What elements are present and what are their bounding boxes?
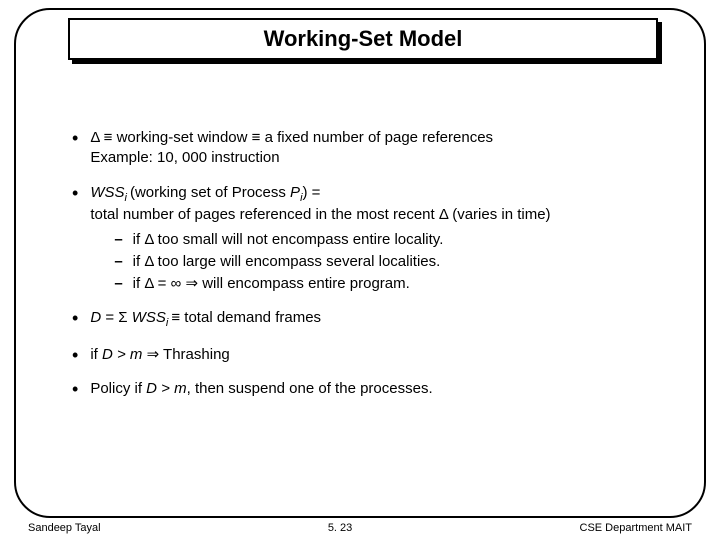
text: WSS [132,309,166,326]
text: ⇒ Thrashing [142,346,229,363]
bullet-2: • WSSi (working set of Process Pi) = tot… [72,183,672,295]
text: Δ ≡ working-set window ≡ a fixed number … [90,129,493,146]
sub-item: –if Δ too small will not encompass entir… [114,230,672,250]
text: = Σ [101,309,132,326]
text: , then suspend one of the processes. [187,380,433,397]
text: total number of pages referenced in the … [90,206,550,223]
text: ) = [303,184,321,201]
footer-center: 5. 23 [328,522,352,534]
dash-icon: – [114,252,122,272]
slide-content: • Δ ≡ working-set window ≡ a fixed numbe… [72,128,672,414]
bullet-body: D = Σ WSSi ≡ total demand frames [90,308,672,331]
bullet-5: • Policy if D > m, then suspend one of t… [72,379,672,399]
bullet-dot: • [72,346,78,365]
text: WSS [90,184,124,201]
bullet-1: • Δ ≡ working-set window ≡ a fixed numbe… [72,128,672,169]
bullet-3: • D = Σ WSSi ≡ total demand frames [72,308,672,331]
sub-list: –if Δ too small will not encompass entir… [114,230,672,295]
text: ≡ total demand frames [171,309,321,326]
text: D > m [146,380,186,397]
bullet-body: Δ ≡ working-set window ≡ a fixed number … [90,128,672,169]
bullet-dot: • [72,184,78,295]
text: Example: 10, 000 instruction [90,149,279,166]
text: if Δ = ∞ ⇒ will encompass entire program… [133,274,410,294]
bullet-body: if D > m ⇒ Thrashing [90,345,672,365]
bullet-dot: • [72,129,78,169]
bullet-body: Policy if D > m, then suspend one of the… [90,379,672,399]
footer: Sandeep Tayal 5. 23 CSE Department MAIT [28,522,692,534]
text: (working set of Process [130,184,290,201]
dash-icon: – [114,274,122,294]
slide-title: Working-Set Model [264,26,463,52]
sub-item: –if Δ too large will encompass several l… [114,252,672,272]
text: P [290,184,300,201]
bullet-4: • if D > m ⇒ Thrashing [72,345,672,365]
title-box: Working-Set Model [68,18,658,60]
text: D > m [102,346,142,363]
footer-right: CSE Department MAIT [580,522,692,534]
text: if [90,346,102,363]
bullet-dot: • [72,380,78,399]
sub-item: –if Δ = ∞ ⇒ will encompass entire progra… [114,274,672,294]
text: D [90,309,101,326]
bullet-dot: • [72,309,78,331]
text: if Δ too small will not encompass entire… [133,230,444,250]
footer-left: Sandeep Tayal [28,522,101,534]
bullet-body: WSSi (working set of Process Pi) = total… [90,183,672,295]
text: Policy if [90,380,146,397]
dash-icon: – [114,230,122,250]
text: if Δ too large will encompass several lo… [133,252,441,272]
